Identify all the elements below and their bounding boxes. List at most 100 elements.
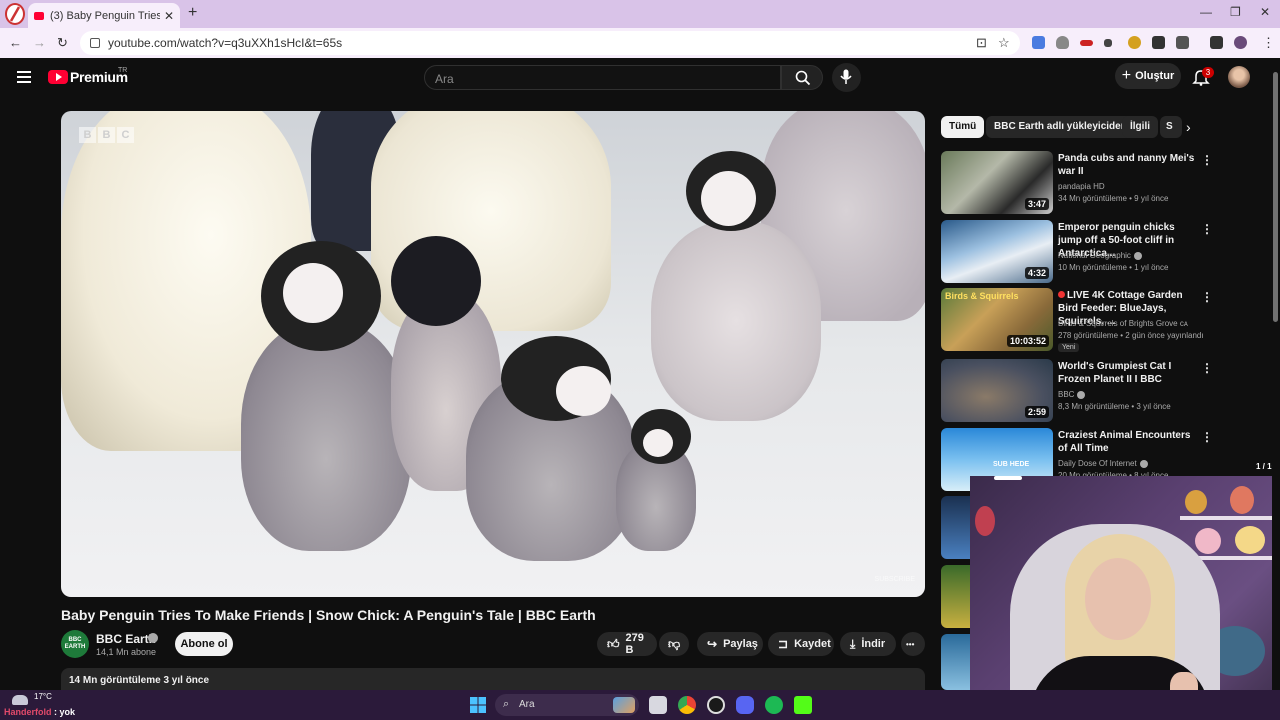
subscribe-button[interactable]: Abone ol [175,632,233,656]
site-info-icon[interactable] [90,38,100,48]
video-player[interactable]: B B C SUBSCRIBE [61,111,925,597]
reading-list-icon[interactable] [1210,36,1223,49]
install-app-icon[interactable]: ⊡ [976,35,987,51]
browser-toolbar: ← → ↻ youtube.com/watch?v=q3uXXh1sHcI&t=… [0,28,1280,58]
subscribe-watermark[interactable]: SUBSCRIBE [875,576,915,583]
chip-all[interactable]: Tümü [941,116,985,138]
recommendation-channel[interactable]: National Geographic [1058,251,1142,260]
restore-icon[interactable]: ❐ [1230,5,1241,19]
dislike-button[interactable]: 👎︎ [659,632,689,656]
video-thumbnail-partial[interactable] [941,565,971,628]
recommendation-item[interactable]: Birds & Squirrels 10:03:52 LIVE 4K Cotta… [941,288,1213,352]
spotify-app-icon[interactable] [765,696,783,714]
recommendation-title[interactable]: World's Grumpiest Cat I Frozen Planet II… [1058,360,1198,386]
recommendation-title[interactable]: Panda cubs and nanny Mei's war II [1058,152,1198,178]
browser-menu-icon[interactable]: ⋮ [1262,35,1275,51]
profile-avatar-icon[interactable] [1234,36,1247,49]
search-button[interactable] [781,65,823,90]
description-box[interactable]: 14 Mn görüntüleme 3 yıl önce [61,668,925,690]
back-icon[interactable]: ← [9,35,22,50]
forward-icon[interactable]: → [33,35,46,50]
bookmark-star-icon[interactable]: ☆ [998,35,1010,51]
plush-toy [1195,528,1221,554]
video-duration: 4:32 [1024,267,1049,279]
channel-name[interactable]: BBC Earth [96,632,156,646]
search-input[interactable]: Ara [424,65,781,90]
video-duration: 2:59 [1024,406,1049,418]
reload-icon[interactable]: ↻ [57,35,68,51]
youtube-favicon-icon [34,11,44,20]
recommendation-title[interactable]: Craziest Animal Encounters of All Time [1058,429,1198,455]
overlay-handle-name: Handerfold [4,707,52,717]
browser-tabstrip: (3) Baby Penguin Tries To Make ✕ + — ❐ ✕ [0,0,1280,28]
thumbnail-caption: SUB HEDE [993,461,1030,468]
new-badge: Yeni [1058,343,1080,352]
recommendation-item[interactable]: 3:47 Panda cubs and nanny Mei's war II p… [941,151,1213,215]
kebab-icon[interactable]: ⋮ [1201,361,1213,375]
create-label: Oluştur [1135,70,1175,82]
obs-app-icon[interactable] [707,696,725,714]
chevron-right-icon[interactable]: › [1186,119,1191,135]
taskbar-search[interactable]: ⌕ Ara [495,694,639,716]
recommendation-channel[interactable]: pandapia HD [1058,182,1105,191]
discord-app-icon[interactable] [736,696,754,714]
account-avatar[interactable] [1228,66,1250,88]
close-tab-icon[interactable]: ✕ [164,9,174,23]
verified-icon [1139,459,1148,468]
video-thumbnail-partial[interactable] [941,496,971,559]
share-button[interactable]: ↪ Paylaş [697,632,763,656]
chrome-app-icon[interactable] [678,696,696,714]
chip-from-uploader[interactable]: BBC Earth adlı yükleyiciden [986,116,1135,138]
room-shelf [1180,516,1280,520]
translate-extension-icon[interactable] [1032,36,1045,49]
new-tab-button[interactable]: + [188,4,197,22]
screen-extension-icon[interactable] [1152,36,1165,49]
chip-truncated[interactable]: S [1160,116,1182,138]
recommendation-channel[interactable]: Daily Dose Of Internet [1058,459,1148,468]
recommendation-meta: 34 Mn görüntüleme • 9 yıl önce [1058,194,1169,203]
close-window-icon[interactable]: ✕ [1260,5,1270,19]
kick-app-icon[interactable] [794,696,812,714]
minimize-icon[interactable]: — [1200,5,1212,19]
recommendation-channel[interactable]: BBC [1058,390,1086,399]
recommendation-meta: 10 Mn görüntüleme • 1 yıl önce [1058,263,1169,272]
video-thumbnail[interactable]: 3:47 [941,151,1053,214]
dot-extension-icon[interactable] [1104,39,1112,47]
browser-profile-logo-icon[interactable] [4,2,26,26]
coin-extension-icon[interactable] [1128,36,1141,49]
recommendation-item[interactable]: 4:32 Emperor penguin chicks jump off a 5… [941,220,1213,284]
channel-avatar[interactable]: BBC EARTH [61,630,89,658]
kebab-icon[interactable]: ⋮ [1201,153,1213,167]
penguin-chick-5-face [701,171,756,226]
create-button[interactable]: + Oluştur [1115,63,1181,89]
windows-start-icon[interactable] [469,696,487,714]
recommendation-item[interactable]: 2:59 World's Grumpiest Cat I Frozen Plan… [941,359,1213,423]
save-button[interactable]: ⊐ Kaydet [768,632,834,656]
video-thumbnail[interactable]: Birds & Squirrels 10:03:52 [941,288,1053,351]
video-thumbnail-partial[interactable] [941,634,971,690]
menu-icon[interactable] [17,71,31,83]
kebab-icon[interactable]: ⋮ [1201,222,1213,236]
address-bar[interactable]: youtube.com/watch?v=q3uXXh1sHcI&t=65s [80,31,1020,55]
weather-temperature[interactable]: 17°C [34,692,52,701]
puzzle-extensions-icon[interactable] [1176,36,1189,49]
kebab-icon[interactable]: ⋮ [1201,290,1213,304]
chip-related[interactable]: İlgili [1122,116,1158,138]
red-extension-icon[interactable] [1080,40,1093,46]
recommendation-channel[interactable]: Birds & Squirrels of Brights Grove ᴄᴀ [1058,319,1188,328]
download-button[interactable]: ⤓ İndir [840,632,896,656]
shield-extension-icon[interactable] [1056,36,1069,49]
voice-search-button[interactable] [832,63,861,92]
kebab-icon[interactable]: ⋮ [1201,430,1213,444]
more-actions-button[interactable]: ••• [901,632,925,656]
task-view-icon[interactable] [649,696,667,714]
video-thumbnail[interactable]: 4:32 [941,220,1053,283]
video-thumbnail[interactable]: 2:59 [941,359,1053,422]
browser-tab-youtube[interactable]: (3) Baby Penguin Tries To Make ✕ [28,3,180,28]
bbc-watermark-logo: B B C [79,127,134,143]
youtube-logo-icon[interactable] [48,70,68,84]
taskbar-search-label: Ara [519,699,535,710]
page-scrollbar-thumb[interactable] [1273,72,1278,322]
weather-cloud-icon[interactable] [12,695,28,705]
like-button[interactable]: 👍︎ 279 B [597,632,657,656]
